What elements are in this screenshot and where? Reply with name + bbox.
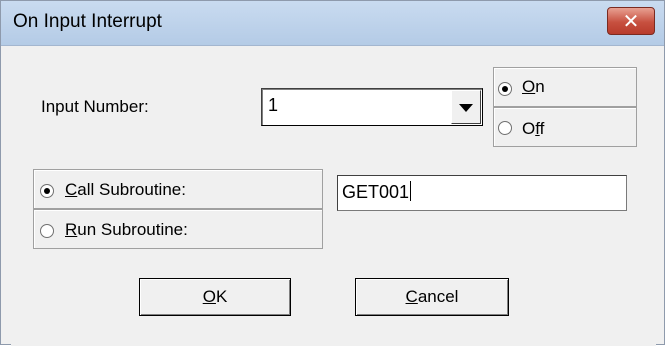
call-subroutine-radio[interactable] <box>40 184 54 198</box>
title-bar[interactable]: On Input Interrupt ✕ <box>1 1 664 46</box>
window-title: On Input Interrupt <box>13 11 162 32</box>
run-subroutine-radio[interactable] <box>40 224 54 238</box>
call-subroutine-label[interactable]: Call Subroutine: <box>65 180 186 200</box>
radio-selected-dot <box>502 86 508 92</box>
input-number-dropdown-button[interactable] <box>451 90 481 124</box>
chevron-down-icon <box>459 104 473 112</box>
input-number-value: 1 <box>268 95 279 115</box>
on-radio-label[interactable]: On <box>522 77 545 97</box>
subroutine-name-input[interactable]: GET001 <box>337 175 627 211</box>
cancel-button-label: Cancel <box>405 287 459 306</box>
ok-button-label: OK <box>202 287 228 306</box>
input-number-combobox[interactable]: 1 <box>261 88 483 126</box>
ok-button[interactable]: OK <box>139 278 291 316</box>
on-option-box <box>493 67 637 107</box>
off-option-box <box>493 107 637 147</box>
dialog-content: Input Number: 1 On Off Call Subroutine: … <box>11 46 656 346</box>
dialog-window: On Input Interrupt ✕ Input Number: 1 On … <box>0 0 665 346</box>
subroutine-name-value: GET001 <box>342 181 412 202</box>
on-radio[interactable] <box>498 82 512 96</box>
close-icon: ✕ <box>622 9 640 33</box>
off-radio[interactable] <box>498 121 512 135</box>
run-subroutine-label[interactable]: Run Subroutine: <box>65 220 188 240</box>
cancel-button[interactable]: Cancel <box>355 278 509 316</box>
radio-selected-dot <box>44 188 50 194</box>
text-caret <box>410 181 412 201</box>
close-button[interactable]: ✕ <box>607 7 655 35</box>
off-radio-label[interactable]: Off <box>522 119 544 139</box>
input-number-label: Input Number: <box>41 97 149 116</box>
